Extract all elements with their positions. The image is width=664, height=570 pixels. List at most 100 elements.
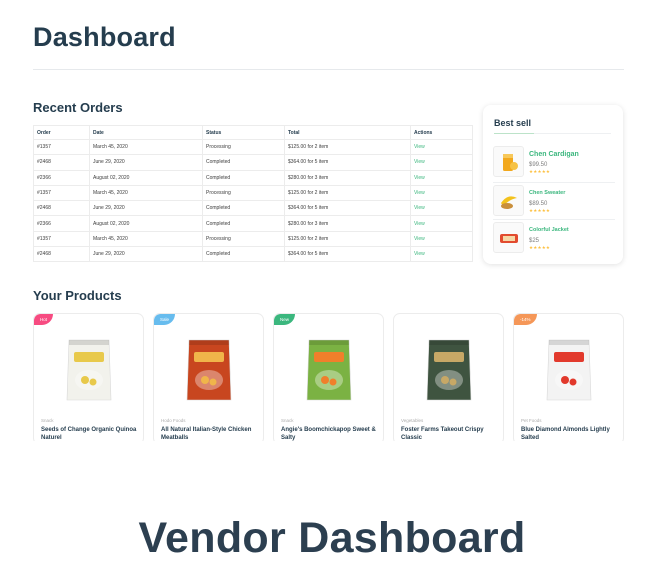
order-date: March 45, 2020: [89, 230, 203, 248]
best-sell-item-name[interactable]: Chen Sweater: [529, 190, 565, 196]
orders-table: Order Date Status Total Actions #1357 Mar…: [33, 125, 473, 263]
product-image[interactable]: [274, 328, 383, 412]
best-sell-item[interactable]: Chen Sweater $89.50 ★★★★★: [493, 185, 617, 219]
order-status: Completed: [202, 154, 285, 171]
product-thumbnail: [493, 222, 524, 253]
product-card[interactable]: New Snack Angie's Boomchickapop Sweet & Sa…: [273, 313, 384, 445]
page-title: Dashboard: [33, 22, 176, 52]
order-status: Completed: [202, 200, 285, 217]
best-sell-item[interactable]: Colorful Jacket $25 ★★★★★: [493, 222, 617, 256]
order-total: $364.00 for 5 item: [284, 200, 411, 217]
product-name[interactable]: Seeds of Change Organic Quinoa Naturel: [41, 426, 139, 442]
order-status: Processing: [202, 184, 285, 202]
product-category: Snack: [41, 418, 54, 423]
column-header-order: Order: [33, 125, 90, 140]
best-sell-item-price: $89.50: [529, 201, 548, 207]
table-row: #2468 June 29, 2020 Completed $364.00 for 5…: [33, 200, 473, 217]
product-image[interactable]: [394, 328, 503, 412]
order-date: August 02, 2020: [89, 169, 203, 186]
your-products-title: Your Products: [33, 288, 122, 303]
product-image[interactable]: [514, 328, 623, 412]
table-row: #2366 August 02, 2020 Completed $280.00 for…: [33, 215, 473, 232]
view-link[interactable]: View: [410, 230, 473, 248]
best-sell-title: Best sell: [494, 118, 532, 128]
order-status: Completed: [202, 246, 285, 263]
product-name[interactable]: Foster Farms Takeout Crispy Classic: [401, 426, 499, 442]
divider: [493, 219, 615, 220]
product-thumbnail: [493, 146, 524, 177]
product-image[interactable]: [154, 328, 263, 412]
order-total: $280.00 for 3 item: [284, 169, 411, 186]
view-link[interactable]: View: [410, 200, 473, 217]
product-name[interactable]: Angie's Boomchickapop Sweet & Salty: [281, 426, 379, 442]
order-status: Completed: [202, 215, 285, 232]
order-date: March 45, 2020: [89, 138, 203, 156]
column-header-date: Date: [89, 125, 203, 140]
order-date: March 45, 2020: [89, 184, 203, 202]
product-badge: -14%: [514, 314, 537, 325]
title-divider: [33, 69, 624, 70]
product-category: Vegetables: [401, 418, 424, 423]
order-total: $364.00 for 5 item: [284, 246, 411, 263]
table-row: #1357 March 45, 2020 Processing $125.00 for…: [33, 230, 473, 248]
view-link[interactable]: View: [410, 154, 473, 171]
rating-stars: ★★★★★: [529, 169, 551, 174]
best-sell-item[interactable]: Chen Cardigan $99.50 ★★★★★: [493, 146, 617, 180]
order-id: #2366: [33, 169, 90, 186]
best-sell-item-price: $25: [529, 238, 540, 244]
product-name[interactable]: All Natural Italian-Style Chicken Meatba…: [161, 426, 259, 442]
order-id: #1357: [33, 230, 90, 248]
rating-stars: ★★★★★: [529, 245, 551, 250]
product-badge: Sale: [154, 314, 176, 325]
bottom-fade: [0, 441, 664, 511]
view-link[interactable]: View: [410, 215, 473, 232]
order-total: $125.00 for 2 item: [284, 184, 411, 202]
product-card[interactable]: Hot Snack Seeds of Change Organic Quinoa N…: [33, 313, 144, 445]
order-date: June 29, 2020: [89, 246, 203, 263]
product-image[interactable]: [34, 328, 143, 412]
product-badge: New: [274, 314, 296, 325]
view-link[interactable]: View: [410, 246, 473, 263]
best-sell-divider: [494, 133, 611, 134]
order-id: #1357: [33, 138, 90, 156]
order-date: August 02, 2020: [89, 215, 203, 232]
product-thumbnail: [493, 185, 524, 216]
table-row: #2366 August 02, 2020 Completed $280.00 for…: [33, 169, 473, 186]
product-category: Pet Foods: [521, 418, 542, 423]
best-sell-item-price: $99.50: [529, 162, 548, 168]
order-total: $125.00 for 2 item: [284, 230, 411, 248]
product-category: Hodo Foods: [161, 418, 186, 423]
view-link[interactable]: View: [410, 169, 473, 186]
order-id: #1357: [33, 184, 90, 202]
product-card[interactable]: -14% Pet Foods Blue Diamond Almonds Lightl…: [513, 313, 624, 445]
order-id: #2468: [33, 154, 90, 171]
product-card[interactable]: Vegetables Foster Farms Takeout Crispy Cl…: [393, 313, 504, 445]
view-link[interactable]: View: [410, 138, 473, 156]
order-total: $364.00 for 5 item: [284, 154, 411, 171]
table-row: #1357 March 45, 2020 Processing $125.00 for…: [33, 138, 473, 156]
product-card[interactable]: Sale Hodo Foods All Natural Italian-Style …: [153, 313, 264, 445]
product-badge: Hot: [34, 314, 54, 325]
order-date: June 29, 2020: [89, 200, 203, 217]
order-date: June 29, 2020: [89, 154, 203, 171]
order-status: Completed: [202, 169, 285, 186]
order-status: Processing: [202, 138, 285, 156]
table-row: #2468 June 29, 2020 Completed $364.00 for 5…: [33, 154, 473, 171]
best-sell-item-name[interactable]: Chen Cardigan: [529, 151, 579, 158]
recent-orders-title: Recent Orders: [33, 100, 123, 115]
table-header-row: Order Date Status Total Actions: [33, 125, 473, 140]
order-id: #2468: [33, 246, 90, 263]
table-row: #1357 March 45, 2020 Processing $125.00 for…: [33, 184, 473, 202]
best-sell-card: Best sell Chen Cardigan $99.50 ★★★★★ Che…: [483, 105, 623, 264]
column-header-actions: Actions: [410, 125, 473, 140]
view-link[interactable]: View: [410, 184, 473, 202]
best-sell-item-name[interactable]: Colorful Jacket: [529, 227, 569, 233]
product-category: Snack: [281, 418, 294, 423]
order-id: #2468: [33, 200, 90, 217]
order-total: $280.00 for 3 item: [284, 215, 411, 232]
order-id: #2366: [33, 215, 90, 232]
table-row: #2468 June 29, 2020 Completed $364.00 for 5…: [33, 246, 473, 263]
column-header-total: Total: [284, 125, 411, 140]
product-name[interactable]: Blue Diamond Almonds Lightly Salted: [521, 426, 619, 442]
column-header-status: Status: [202, 125, 285, 140]
